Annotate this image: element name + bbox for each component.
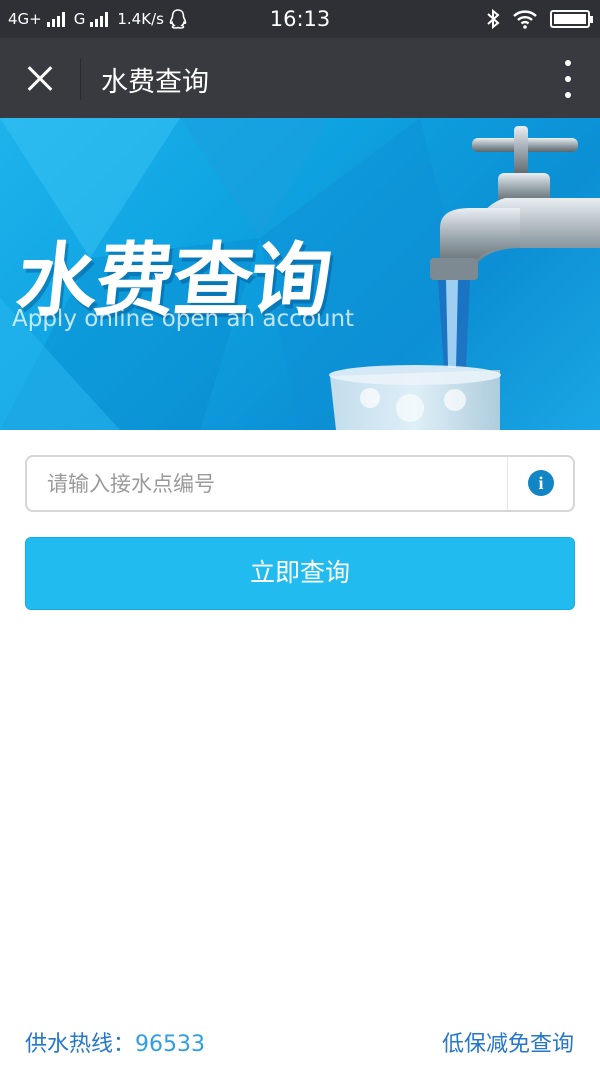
water-point-input-wrapper: i [25,455,575,512]
input-separator [507,457,508,510]
status-bar: 4G+ G 1.4K/s 16:13 [0,0,600,38]
status-right [486,8,593,30]
banner: 水费查询 Apply online open an account [0,118,600,430]
hotline-label: 供水热线： [25,1032,136,1057]
bluetooth-icon [487,8,500,30]
title-divider [80,58,81,100]
hotline: 供水热线：96533 [25,1026,205,1058]
query-button[interactable]: 立即查询 [25,537,575,610]
page-title: 水费查询 [101,67,209,98]
wifi-icon [513,10,537,29]
water-point-number-input[interactable] [47,457,507,510]
more-menu-button[interactable] [564,60,572,98]
close-button[interactable] [0,38,80,118]
info-icon[interactable]: i [528,470,554,496]
banner-subtitle: Apply online open an account [12,306,355,332]
battery-icon [550,10,593,28]
title-bar: 水费查询 [0,38,600,118]
footer: 供水热线：96533 低保减免查询 [0,1022,600,1062]
low-income-relief-query-link[interactable]: 低保减免查询 [442,1026,574,1058]
hotline-number-link[interactable]: 96533 [135,1032,205,1057]
